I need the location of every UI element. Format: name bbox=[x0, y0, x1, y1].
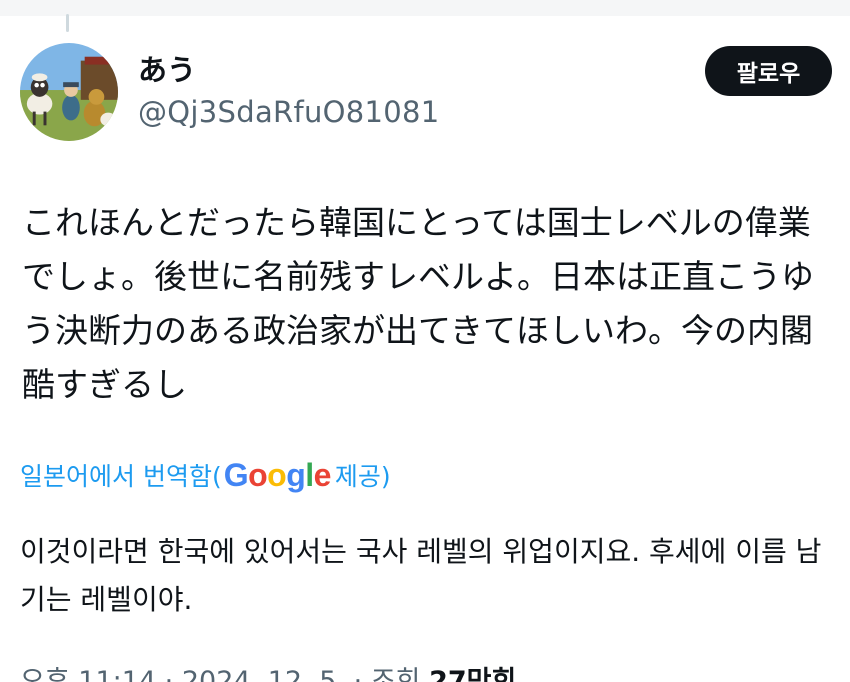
avatar[interactable] bbox=[20, 43, 118, 141]
translated-text: 이것이라면 한국에 있어서는 국사 레벨의 위업이지요. 후세에 이름 남기는 … bbox=[20, 535, 822, 616]
views-label: 조회 bbox=[370, 666, 421, 682]
meta-separator: · bbox=[353, 666, 363, 682]
translate-suffix: 제공) bbox=[334, 462, 391, 491]
google-logo: Google bbox=[223, 456, 332, 494]
shaun-the-sheep-avatar-icon bbox=[20, 43, 118, 141]
top-strip bbox=[0, 0, 850, 16]
author-handle[interactable]: @Qj3SdaRfuO81081 bbox=[138, 94, 440, 130]
follow-button[interactable]: 팔로우 bbox=[705, 46, 832, 96]
translate-prefix: 일본어에서 번역함( bbox=[20, 462, 222, 491]
google-letter: o bbox=[248, 456, 268, 493]
google-letter: l bbox=[305, 456, 314, 493]
views-count: 27만회 bbox=[429, 666, 517, 682]
meta-separator: · bbox=[164, 666, 174, 682]
google-letter: e bbox=[313, 456, 332, 493]
translate-link[interactable]: 일본어에서 번역함( Google 제공) bbox=[20, 454, 391, 496]
google-letter: g bbox=[286, 456, 306, 493]
tweet-text: これほんとだったら韓国にとっては国士レベルの偉業でしょ。後世に名前残すレベルよ。… bbox=[22, 203, 814, 404]
thread-connector-line bbox=[66, 14, 69, 32]
google-letter: o bbox=[267, 456, 287, 493]
author-display-name[interactable]: あう bbox=[138, 52, 196, 88]
tweet-time[interactable]: 오후 11:14 bbox=[20, 666, 156, 682]
google-letter: G bbox=[223, 456, 249, 493]
tweet-meta: 오후 11:14 · 2024. 12. 5. · 조회 27만회 bbox=[20, 664, 516, 682]
tweet-date[interactable]: 2024. 12. 5. bbox=[182, 666, 345, 682]
